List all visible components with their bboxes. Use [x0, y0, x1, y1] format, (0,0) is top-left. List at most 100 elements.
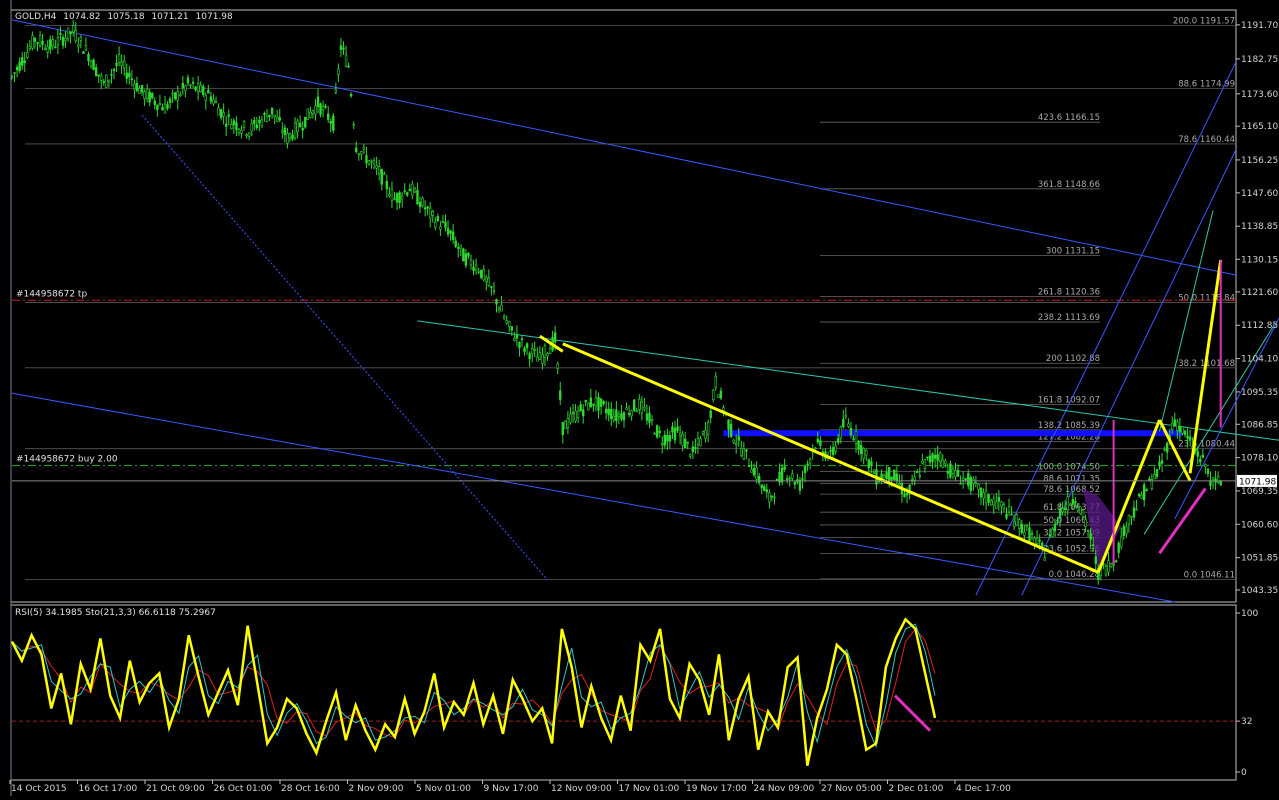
candle-body: [339, 45, 343, 50]
candle-body: [428, 207, 432, 219]
candle-body: [1041, 542, 1044, 548]
candle-body: [951, 468, 955, 474]
candle-body: [615, 409, 618, 422]
candle-body: [474, 264, 478, 270]
time-tick-label: 19 Nov 17:00: [686, 784, 747, 794]
candle-body: [492, 290, 496, 293]
candle-body: [768, 492, 771, 503]
candle-body: [645, 413, 649, 421]
candle-body: [434, 221, 437, 228]
candle-body: [64, 37, 67, 42]
candle-body: [872, 472, 876, 475]
candle-body: [737, 436, 740, 441]
order-line-label: #144958672 buy 2.00: [16, 455, 118, 465]
candle-body: [564, 420, 567, 430]
rsi-line: [10, 617, 937, 766]
candle-body: [1117, 542, 1120, 553]
time-tick-label: 17 Nov 01:00: [619, 784, 680, 794]
candle-body: [1173, 419, 1177, 426]
candle-body: [882, 475, 886, 479]
candle-body: [528, 353, 531, 359]
candle-body: [1012, 521, 1016, 527]
trend-drawings: [11, 19, 1279, 603]
candle-body: [513, 338, 516, 341]
fib-level-label: 100.0 1074.50: [1038, 462, 1100, 472]
candle-body: [1143, 484, 1146, 501]
candle-body: [612, 415, 616, 421]
candle-body: [1127, 515, 1131, 525]
candle-body: [870, 461, 873, 466]
indicator-tick-label: 32: [1241, 717, 1252, 727]
candle-body: [1145, 489, 1148, 492]
candle-body: [138, 88, 141, 94]
candle-body: [982, 492, 985, 499]
candle-body: [668, 435, 672, 442]
candle-body: [207, 89, 210, 94]
candle-body: [709, 410, 712, 419]
candle-body: [847, 423, 850, 427]
candle-body: [757, 475, 761, 483]
candle-body: [755, 467, 758, 480]
candle-body: [752, 467, 756, 476]
candle-body: [959, 482, 962, 485]
candle-body: [1130, 516, 1133, 518]
candle-body: [699, 438, 702, 446]
candle-body: [783, 466, 786, 470]
cyan-projection: [1159, 210, 1214, 432]
candle-body: [158, 103, 162, 106]
candle-body: [989, 500, 993, 506]
candle-body: [663, 434, 667, 446]
candle-body: [1155, 468, 1159, 477]
candle-body: [1020, 524, 1024, 534]
price-tick-label: 1147.60: [1241, 189, 1278, 199]
indicator-tick-label: 100: [1241, 609, 1258, 619]
candle-body: [357, 153, 360, 156]
fibonacci-levels: 423.6 1166.15 361.8 1148.66 300 1131.15 261…: [25, 16, 1236, 580]
candle-body: [31, 35, 34, 49]
candle-body: [349, 94, 353, 97]
candle-body: [992, 498, 995, 506]
candle-body: [671, 426, 674, 433]
candle-body: [635, 410, 638, 413]
candle-body: [854, 430, 858, 444]
candle-body: [265, 115, 269, 122]
candle-body: [66, 27, 70, 39]
candle-body: [895, 473, 899, 482]
candle-body: [1005, 513, 1008, 519]
candle-body: [653, 433, 656, 435]
candle-body: [1165, 442, 1169, 453]
candle-body: [370, 160, 373, 163]
candle-body: [26, 52, 29, 58]
indicator-tick-label: 0: [1241, 768, 1247, 778]
candle-body: [979, 487, 983, 498]
candle-body: [569, 413, 572, 423]
candle-body: [508, 321, 511, 327]
candle-body: [834, 445, 837, 452]
candle-body: [944, 460, 947, 465]
chart-window[interactable]: 423.6 1166.15 361.8 1148.66 300 1131.15 261…: [0, 0, 1279, 796]
candle-body: [123, 60, 126, 69]
candle-body: [763, 486, 766, 492]
candle-body: [487, 277, 491, 286]
dotted-median-line: [141, 114, 548, 581]
candle-body: [393, 198, 396, 200]
candle-body: [734, 442, 738, 445]
candle-body: [533, 348, 536, 351]
candle-body: [1056, 519, 1059, 522]
candle-body: [10, 75, 14, 78]
yellow-swing-1: [539, 334, 564, 353]
candle-body: [701, 431, 705, 434]
candle-body: [464, 253, 468, 266]
chart-canvas[interactable]: 423.6 1166.15 361.8 1148.66 300 1131.15 261…: [0, 0, 1279, 796]
candle-body: [574, 410, 577, 422]
candle-body: [1048, 534, 1052, 537]
candle-body: [977, 484, 980, 490]
candle-body: [196, 83, 200, 92]
candle-body: [306, 108, 309, 120]
candle-body: [472, 266, 475, 271]
candle-body: [439, 226, 442, 230]
candle-body: [933, 454, 937, 459]
candle-body: [859, 444, 863, 454]
downtrend-channel-lower: [11, 392, 1175, 603]
candle-body: [500, 304, 503, 312]
